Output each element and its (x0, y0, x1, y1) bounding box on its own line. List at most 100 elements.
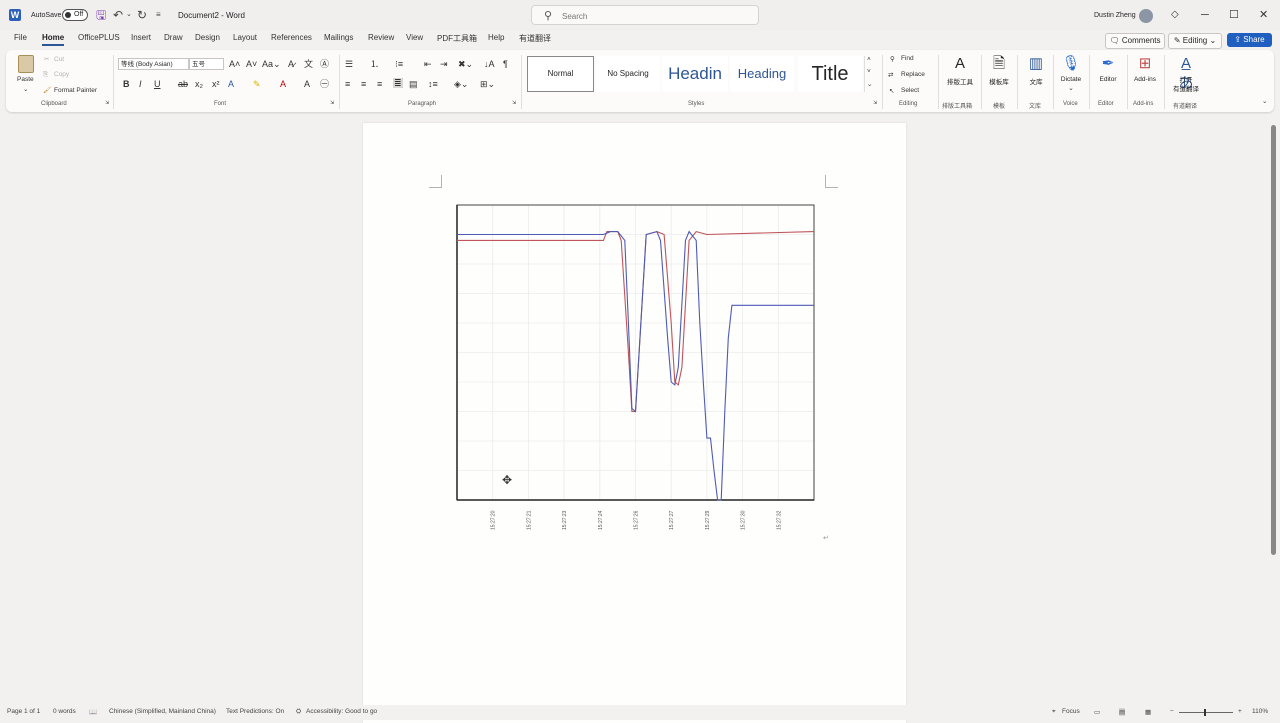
editor-label[interactable]: Editor (1093, 76, 1123, 83)
accessibility-status[interactable]: Accessibility: Good to go (306, 708, 377, 715)
multilevel-list-icon[interactable]: ⁝≡ (395, 59, 403, 69)
paste-button[interactable]: Paste (17, 76, 34, 83)
change-case-icon[interactable]: Aa⌄ (262, 59, 281, 69)
zoom-in-icon[interactable]: + (1238, 708, 1242, 715)
add-ins-label[interactable]: Add-ins (1129, 76, 1161, 83)
scrollbar-thumb[interactable] (1271, 125, 1276, 555)
underline-icon[interactable]: U (154, 79, 161, 89)
style-heading1[interactable]: Headin (662, 56, 728, 92)
tab-insert[interactable]: Insert (131, 33, 151, 42)
increase-indent-icon[interactable]: ⇥ (440, 59, 448, 69)
strikethrough-icon[interactable]: ab (178, 79, 188, 89)
user-name[interactable]: Dustin Zheng (1094, 0, 1136, 31)
bullets-icon[interactable]: ☰ (345, 59, 353, 69)
style-heading2[interactable]: Heading (730, 56, 794, 92)
youdao-translate-icon[interactable]: A̲あ (1176, 54, 1196, 92)
decrease-indent-icon[interactable]: ⇤ (424, 59, 432, 69)
styles-more-icon[interactable]: ⌄ (867, 80, 872, 88)
bold-icon[interactable]: B (123, 79, 130, 89)
text-effects-icon[interactable]: A (228, 79, 234, 89)
youdao-translate-label[interactable]: 打开 有道翻译 (1167, 76, 1205, 94)
editor-icon[interactable]: ✒ (1098, 54, 1118, 74)
text-predictions-status[interactable]: Text Predictions: On (226, 708, 284, 715)
grow-font-icon[interactable]: A˄ (229, 59, 240, 69)
copy-button[interactable]: Copy (54, 71, 69, 78)
clear-formatting-icon[interactable]: A̷ (288, 59, 294, 69)
read-mode-icon[interactable]: ▭ (1094, 708, 1100, 716)
redo-icon[interactable]: ↻ (137, 8, 147, 22)
align-left-icon[interactable]: ≡ (345, 79, 350, 89)
word-count[interactable]: 0 words (53, 708, 76, 715)
italic-icon[interactable]: I (139, 79, 142, 89)
justify-icon[interactable]: ≣ (393, 78, 403, 88)
tab-home[interactable]: Home (42, 33, 65, 46)
maximize-icon[interactable]: ☐ (1229, 8, 1239, 22)
style-normal[interactable]: Normal (527, 56, 594, 92)
replace-button[interactable]: Replace (901, 71, 925, 78)
tab-file[interactable]: File (14, 33, 27, 42)
library-label[interactable]: 文库 (1022, 76, 1050, 86)
zoom-out-icon[interactable]: − (1170, 708, 1174, 715)
dictate-dropdown-icon[interactable]: ⌄ (1066, 84, 1076, 92)
clipboard-launcher-icon[interactable]: ⇲ (105, 100, 109, 106)
highlight-icon[interactable]: ✎ (253, 79, 261, 89)
tab-pdf-tools[interactable]: PDF工具箱 (437, 33, 477, 44)
superscript-icon[interactable]: x² (212, 79, 220, 89)
show-marks-icon[interactable]: ¶ (503, 59, 508, 69)
align-right-icon[interactable]: ≡ (377, 79, 382, 89)
paste-dropdown-icon[interactable]: ⌄ (23, 85, 28, 93)
subscript-icon[interactable]: x₂ (195, 79, 203, 89)
autosave-toggle[interactable]: Off (62, 9, 88, 21)
save-icon[interactable]: 🖫 (96, 8, 106, 22)
styles-scroll-up-icon[interactable]: ˄ (867, 56, 871, 63)
tab-mailings[interactable]: Mailings (324, 33, 353, 42)
styles-launcher-icon[interactable]: ⇲ (873, 100, 877, 106)
vertical-scrollbar[interactable] (1270, 116, 1276, 700)
customize-toolbar-icon[interactable]: ≡ (156, 8, 161, 22)
borders-icon[interactable]: ⊞⌄ (480, 79, 495, 89)
comments-button[interactable]: 🗨 Comments (1105, 33, 1165, 49)
sort-icon[interactable]: ↓A (484, 59, 495, 69)
phonetic-guide-icon[interactable]: 文 (304, 59, 313, 69)
paragraph-launcher-icon[interactable]: ⇲ (512, 100, 516, 106)
minimize-icon[interactable]: ─ (1201, 8, 1209, 22)
layout-tool-label[interactable]: 排版工具 (944, 76, 976, 86)
style-no-spacing[interactable]: No Spacing (596, 56, 660, 92)
avatar[interactable] (1139, 9, 1153, 23)
line-chart[interactable]: 15:27:20 15:27:21 15:27:23 15:27:24 15:27:26… (437, 193, 857, 553)
shrink-font-icon[interactable]: A˅ (246, 59, 257, 69)
search-input[interactable] (560, 8, 754, 24)
tab-review[interactable]: Review (368, 33, 394, 42)
undo-dropdown-icon[interactable]: ⌄ (126, 8, 132, 22)
find-button[interactable]: Find (901, 55, 914, 62)
character-shading-icon[interactable]: A (304, 79, 310, 89)
character-border-icon[interactable]: Ⓐ (320, 59, 329, 69)
focus-mode-button[interactable]: Focus (1062, 708, 1080, 715)
line-spacing-icon[interactable]: ↕≡ (428, 79, 438, 89)
tab-draw[interactable]: Draw (164, 33, 183, 42)
diamond-icon[interactable]: ◇ (1171, 8, 1179, 22)
zoom-slider[interactable] (1179, 712, 1233, 713)
microphone-icon[interactable]: 🎙 (1061, 54, 1081, 74)
dictate-label[interactable]: Dictate (1056, 76, 1086, 83)
undo-icon[interactable]: ↶ (113, 8, 123, 22)
language-status[interactable]: Chinese (Simplified, Mainland China) (109, 708, 216, 715)
add-ins-icon[interactable]: ⊞ (1135, 54, 1155, 74)
font-size-select[interactable]: 五号 (189, 58, 224, 70)
template-library-label[interactable]: 模板库 (984, 76, 1014, 86)
library-icon[interactable]: ▥ (1026, 54, 1046, 74)
chinese-layout-icon[interactable]: ✖⌄ (458, 59, 473, 69)
zoom-level[interactable]: 110% (1252, 708, 1268, 715)
proofing-icon[interactable]: 📖 (89, 708, 97, 716)
tab-officeplus[interactable]: OfficePLUS (78, 33, 120, 42)
numbering-icon[interactable]: ⒈ (370, 59, 379, 69)
font-color-icon[interactable]: A (280, 79, 286, 89)
styles-gallery-scroll[interactable]: ˄ ˅ ⌄ (864, 56, 875, 92)
enclose-characters-icon[interactable]: ㊀ (320, 79, 329, 89)
cut-button[interactable]: Cut (54, 56, 64, 63)
shading-icon[interactable]: ◈⌄ (454, 79, 468, 89)
style-title[interactable]: Title (798, 56, 862, 92)
tab-references[interactable]: References (271, 33, 312, 42)
tab-youdao[interactable]: 有道翻译 (519, 33, 551, 44)
print-layout-icon[interactable]: ▤ (1119, 708, 1126, 716)
